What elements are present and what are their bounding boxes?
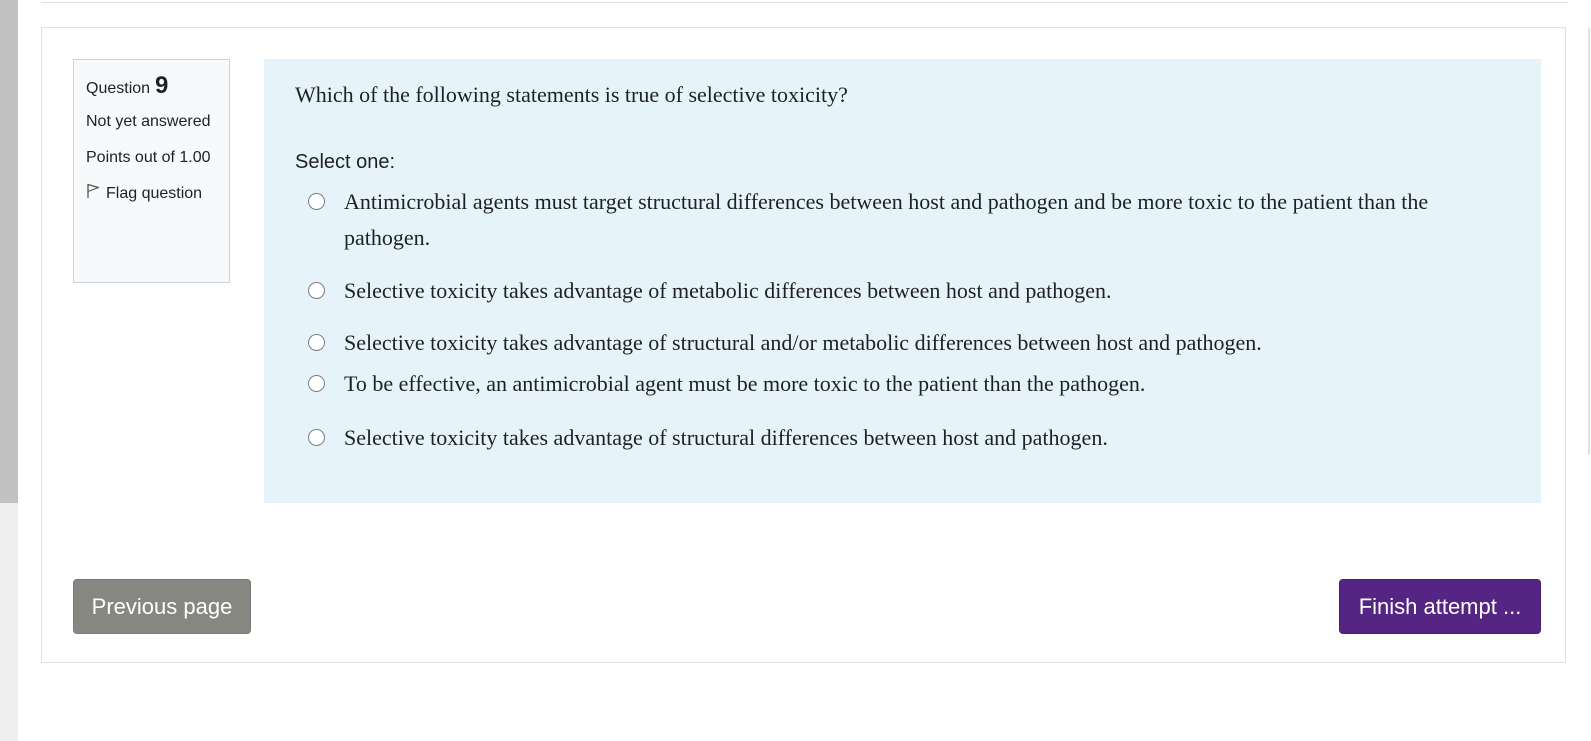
right-panel-edge [1588,28,1590,455]
question-content: Which of the following statements is tru… [264,59,1541,503]
finish-attempt-button[interactable]: Finish attempt ... [1339,579,1541,634]
top-divider [41,0,1568,3]
question-grade: Points out of 1.00 [86,149,211,166]
radio-unchecked-icon[interactable] [308,334,325,351]
previous-page-button[interactable]: Previous page [73,579,251,634]
browser-scrollbar[interactable] [0,0,18,741]
flag-question-label: Flag question [106,184,203,202]
answer-option-1[interactable]: Antimicrobial agents must target structu… [308,184,1504,256]
question-text: Which of the following statements is tru… [295,82,848,107]
question-label: Question [86,80,151,97]
answer-option-label[interactable]: Antimicrobial agents must target structu… [344,184,1504,256]
answer-option-label[interactable]: Selective toxicity takes advantage of me… [344,273,1504,309]
flag-question-link[interactable]: Flag question [86,183,217,204]
select-one-prompt: Select one: [295,151,396,173]
answer-option-2[interactable]: Selective toxicity takes advantage of me… [308,273,1504,309]
answer-option-3[interactable]: Selective toxicity takes advantage of st… [308,325,1504,361]
answer-option-label[interactable]: Selective toxicity takes advantage of st… [344,420,1504,456]
answer-option-5[interactable]: Selective toxicity takes advantage of st… [308,420,1504,456]
question-number-value: 9 [155,72,169,99]
question-state: Not yet answered [86,113,211,130]
question-number: Question 9 [86,74,217,98]
radio-unchecked-icon[interactable] [308,193,325,210]
flag-icon [86,183,100,204]
radio-unchecked-icon[interactable] [308,429,325,446]
answer-option-4[interactable]: To be effective, an antimicrobial agent … [308,366,1504,402]
answer-option-label[interactable]: Selective toxicity takes advantage of st… [344,325,1504,361]
scrollbar-thumb[interactable] [0,0,18,503]
answer-option-label[interactable]: To be effective, an antimicrobial agent … [344,366,1504,402]
radio-unchecked-icon[interactable] [308,282,325,299]
question-info-panel: Question 9 Not yet answered Points out o… [73,59,230,283]
radio-unchecked-icon[interactable] [308,375,325,392]
